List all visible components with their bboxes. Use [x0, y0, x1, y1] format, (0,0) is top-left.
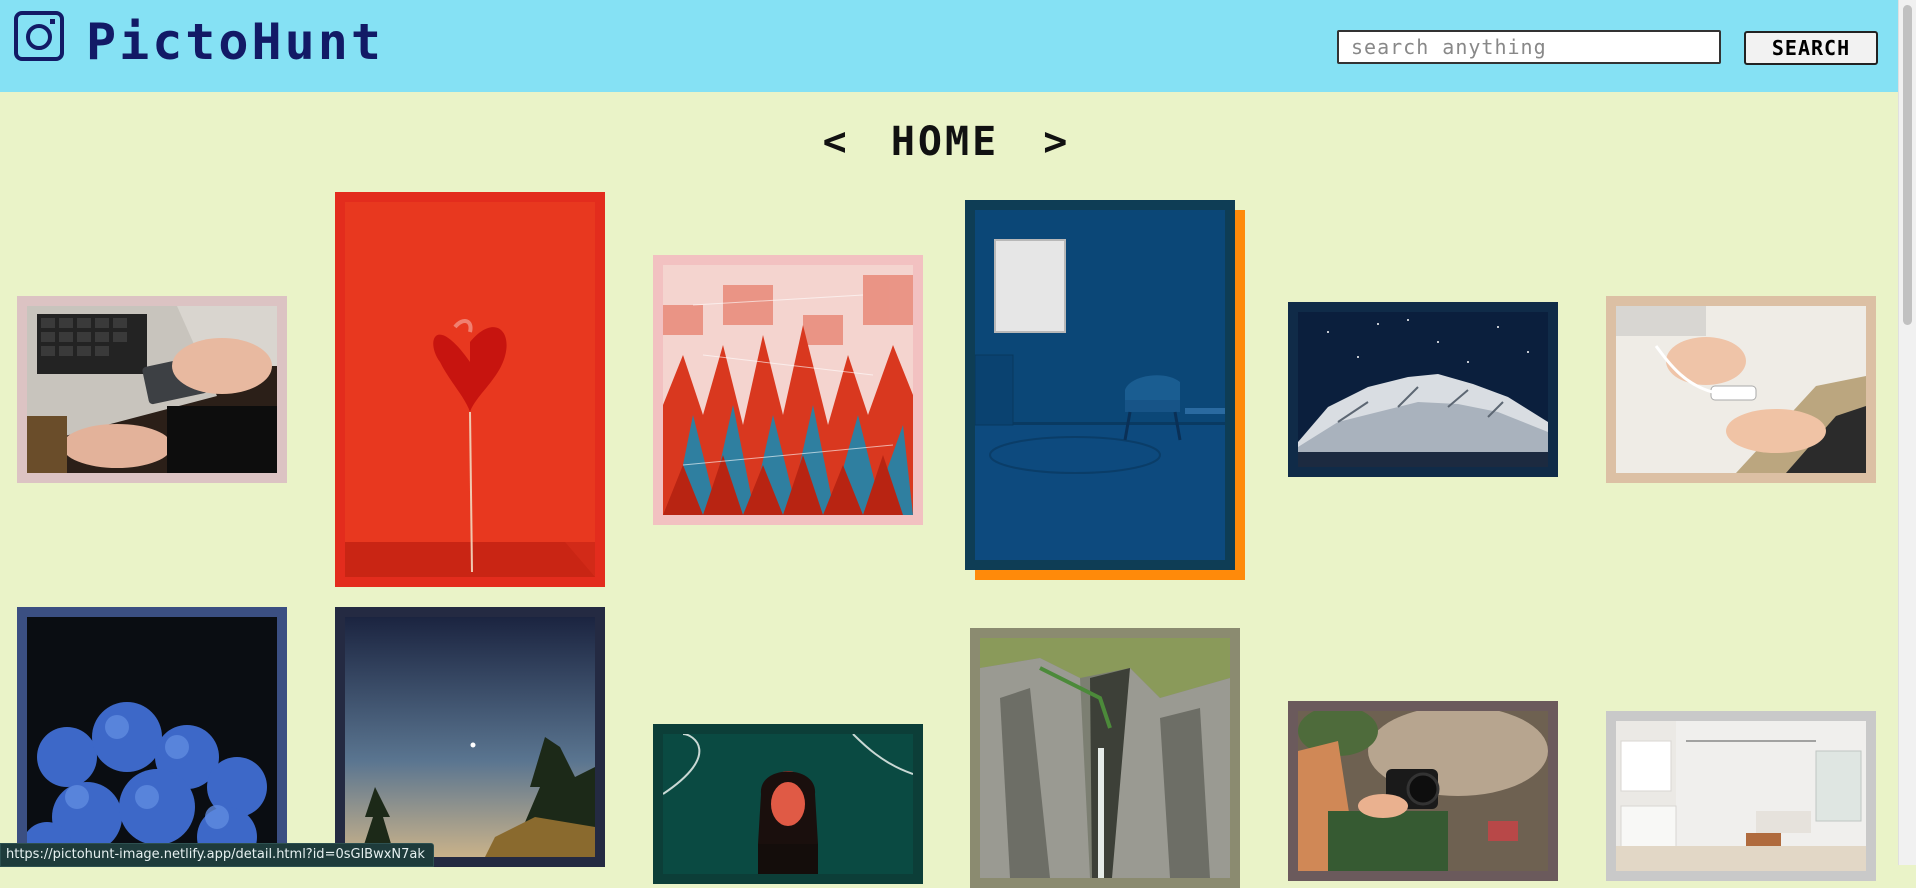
gallery-item[interactable]: [653, 255, 923, 525]
next-page-button[interactable]: >: [1023, 114, 1087, 170]
gallery-image: [980, 638, 1230, 878]
page-title: HOME: [890, 119, 1000, 165]
gallery-item[interactable]: [1288, 701, 1558, 881]
gallery-item[interactable]: [17, 296, 287, 483]
header-bar: PictoHunt SEARCH: [0, 0, 1898, 92]
gallery-image: [1616, 721, 1866, 872]
gallery-image: [345, 202, 595, 577]
gallery-image: [22, 617, 277, 872]
gallery-item[interactable]: [1606, 711, 1876, 881]
gallery-image: [1616, 306, 1866, 473]
gallery-image: [1298, 312, 1548, 467]
search-input[interactable]: [1337, 30, 1721, 64]
gallery-item[interactable]: [1288, 302, 1558, 477]
gallery-image: [974, 210, 1225, 560]
gallery-item[interactable]: [335, 192, 605, 587]
gallery-image: [27, 306, 277, 473]
gallery-item[interactable]: [1606, 296, 1876, 483]
gallery-item[interactable]: [965, 200, 1235, 570]
site-logo[interactable]: PictoHunt: [86, 12, 384, 72]
gallery-item[interactable]: [970, 628, 1240, 888]
prev-page-button[interactable]: <: [803, 114, 867, 170]
gallery-image: [662, 733, 914, 874]
page-scrollbar[interactable]: [1898, 0, 1916, 865]
gallery-item[interactable]: [335, 607, 605, 867]
gallery-image: [1298, 706, 1548, 871]
scrollbar-thumb[interactable]: [1903, 5, 1912, 325]
search-button[interactable]: SEARCH: [1744, 31, 1878, 65]
link-preview-status: https://pictohunt-image.netlify.app/deta…: [0, 843, 434, 867]
gallery-image: [345, 617, 595, 857]
gallery-item[interactable]: [17, 607, 287, 872]
camera-icon[interactable]: [13, 10, 65, 62]
gallery-image: [663, 265, 913, 515]
gallery-item[interactable]: [653, 724, 923, 884]
page-nav: < HOME >: [0, 112, 1890, 170]
